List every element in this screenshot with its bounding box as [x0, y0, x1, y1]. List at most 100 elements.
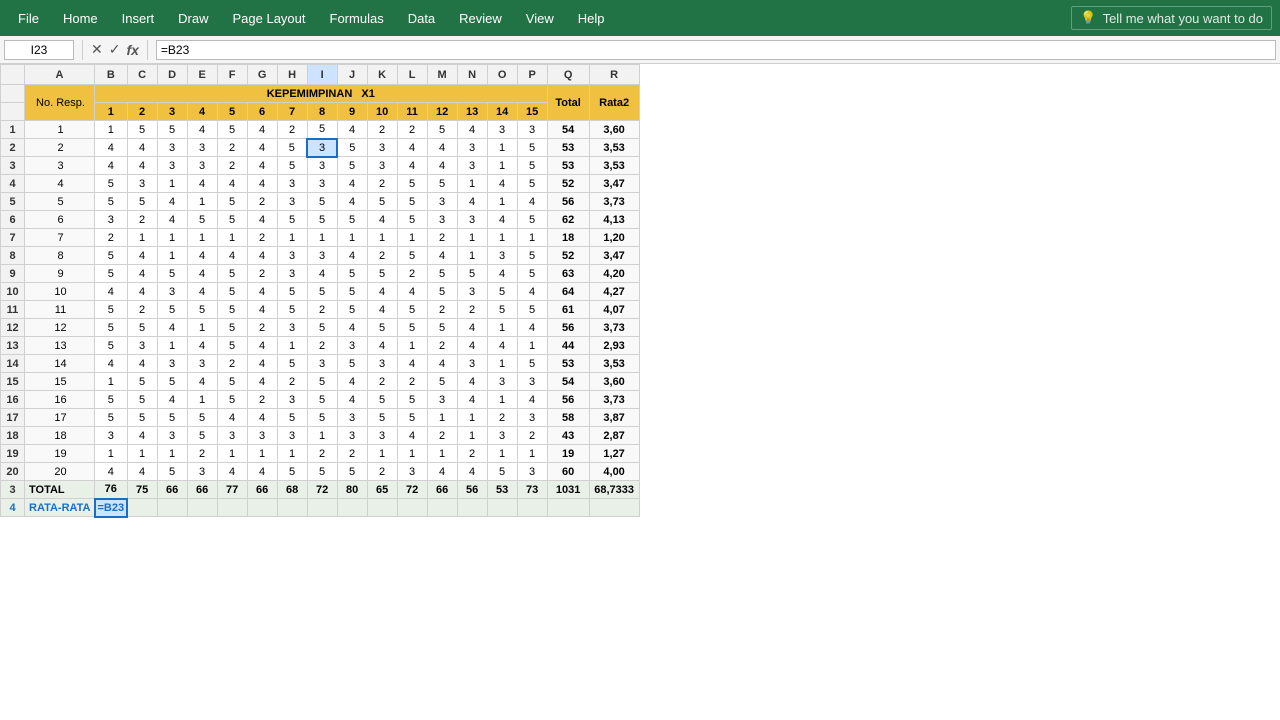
data-cell[interactable]: 4 [337, 175, 367, 193]
data-cell[interactable]: 3 [127, 337, 157, 355]
data-cell[interactable]: 3 [307, 157, 337, 175]
data-cell[interactable]: 3 [517, 463, 547, 481]
cell-reference-box[interactable] [4, 40, 74, 60]
data-cell[interactable]: 1 [247, 445, 277, 463]
data-cell[interactable]: 4 [337, 193, 367, 211]
data-cell[interactable]: 5 [457, 265, 487, 283]
data-cell[interactable]: 4 [247, 409, 277, 427]
data-cell[interactable]: 5 [157, 301, 187, 319]
data-cell[interactable]: 5 [517, 157, 547, 175]
data-cell[interactable]: 5 [337, 301, 367, 319]
data-cell[interactable]: 3 [457, 211, 487, 229]
data-cell[interactable]: 4 [307, 265, 337, 283]
data-cell[interactable]: 2 [457, 301, 487, 319]
data-cell[interactable]: 5 [397, 247, 427, 265]
data-cell[interactable]: 4 [127, 157, 157, 175]
col-header-F[interactable]: F [217, 65, 247, 85]
data-cell[interactable]: 4 [247, 355, 277, 373]
data-cell[interactable]: 5 [157, 265, 187, 283]
data-cell[interactable]: 3 [517, 409, 547, 427]
data-cell[interactable]: 2 [247, 265, 277, 283]
data-cell[interactable]: 5 [127, 373, 157, 391]
data-cell[interactable]: 3 [187, 157, 217, 175]
col-header-H[interactable]: H [277, 65, 307, 85]
data-cell[interactable]: 3 [367, 427, 397, 445]
data-cell[interactable]: 5 [217, 391, 247, 409]
col-header-J[interactable]: J [337, 65, 367, 85]
data-cell[interactable]: 3 [397, 463, 427, 481]
data-cell[interactable]: 5 [307, 121, 337, 139]
data-cell[interactable]: 5 [397, 391, 427, 409]
data-cell[interactable]: 2 [487, 409, 517, 427]
data-cell[interactable]: 4 [127, 355, 157, 373]
data-cell[interactable]: 4 [457, 337, 487, 355]
data-cell[interactable]: 4 [247, 373, 277, 391]
resp-num[interactable]: 15 [25, 373, 95, 391]
data-cell[interactable]: 5 [427, 121, 457, 139]
data-cell[interactable]: 1 [157, 445, 187, 463]
data-cell[interactable]: 5 [397, 211, 427, 229]
data-cell[interactable]: 4 [247, 121, 277, 139]
data-cell[interactable]: 3 [307, 139, 337, 157]
data-cell[interactable]: 5 [307, 319, 337, 337]
data-cell[interactable]: 3 [127, 175, 157, 193]
data-cell[interactable]: 5 [517, 139, 547, 157]
data-cell[interactable]: 2 [247, 193, 277, 211]
col-header-C[interactable]: C [127, 65, 157, 85]
data-cell[interactable]: 4 [187, 283, 217, 301]
data-cell[interactable]: 5 [187, 301, 217, 319]
data-cell[interactable]: 2 [247, 391, 277, 409]
data-cell[interactable]: 4 [187, 247, 217, 265]
data-cell[interactable]: 3 [337, 427, 367, 445]
data-cell[interactable]: 1 [397, 337, 427, 355]
data-cell[interactable]: 2 [307, 337, 337, 355]
data-cell[interactable]: 3 [307, 247, 337, 265]
data-cell[interactable]: 4 [337, 373, 367, 391]
data-cell[interactable]: 3 [187, 355, 217, 373]
data-cell[interactable]: 5 [367, 391, 397, 409]
data-cell[interactable]: 3 [247, 427, 277, 445]
data-cell[interactable]: 2 [307, 301, 337, 319]
resp-num[interactable]: 19 [25, 445, 95, 463]
data-cell[interactable]: 1 [157, 247, 187, 265]
data-cell[interactable]: 4 [247, 211, 277, 229]
data-cell[interactable]: 5 [367, 193, 397, 211]
data-cell[interactable]: 3 [517, 121, 547, 139]
col-header-B[interactable]: B [95, 65, 128, 85]
data-cell[interactable]: 2 [127, 211, 157, 229]
fx-icon[interactable]: fx [126, 42, 138, 58]
resp-num[interactable]: 12 [25, 319, 95, 337]
data-cell[interactable]: 5 [367, 409, 397, 427]
data-cell[interactable]: 4 [487, 337, 517, 355]
data-cell[interactable]: 3 [487, 373, 517, 391]
data-cell[interactable]: 3 [457, 157, 487, 175]
data-cell[interactable]: 4 [187, 121, 217, 139]
confirm-icon[interactable]: ✓ [109, 41, 121, 58]
data-cell[interactable]: 1 [397, 229, 427, 247]
data-cell[interactable]: 2 [247, 319, 277, 337]
data-cell[interactable]: 4 [127, 427, 157, 445]
data-cell[interactable]: 5 [127, 121, 157, 139]
data-cell[interactable]: 5 [367, 265, 397, 283]
data-cell[interactable]: 1 [95, 121, 128, 139]
data-cell[interactable]: 4 [157, 193, 187, 211]
data-cell[interactable]: 5 [217, 301, 247, 319]
data-cell[interactable]: 5 [95, 301, 128, 319]
data-cell[interactable]: 2 [517, 427, 547, 445]
resp-num[interactable]: 8 [25, 247, 95, 265]
data-cell[interactable]: 3 [367, 139, 397, 157]
data-cell[interactable]: 5 [217, 211, 247, 229]
col-header-M[interactable]: M [427, 65, 457, 85]
data-cell[interactable]: 1 [487, 139, 517, 157]
data-cell[interactable]: 1 [157, 337, 187, 355]
data-cell[interactable]: 1 [277, 445, 307, 463]
data-cell[interactable]: 5 [217, 265, 247, 283]
data-cell[interactable]: 4 [337, 319, 367, 337]
data-cell[interactable]: 4 [457, 121, 487, 139]
data-cell[interactable]: 1 [427, 409, 457, 427]
data-cell[interactable]: 2 [427, 337, 457, 355]
data-cell[interactable]: 4 [367, 283, 397, 301]
data-cell[interactable]: 5 [337, 211, 367, 229]
col-header-R[interactable]: R [589, 65, 639, 85]
data-cell[interactable]: 2 [367, 373, 397, 391]
